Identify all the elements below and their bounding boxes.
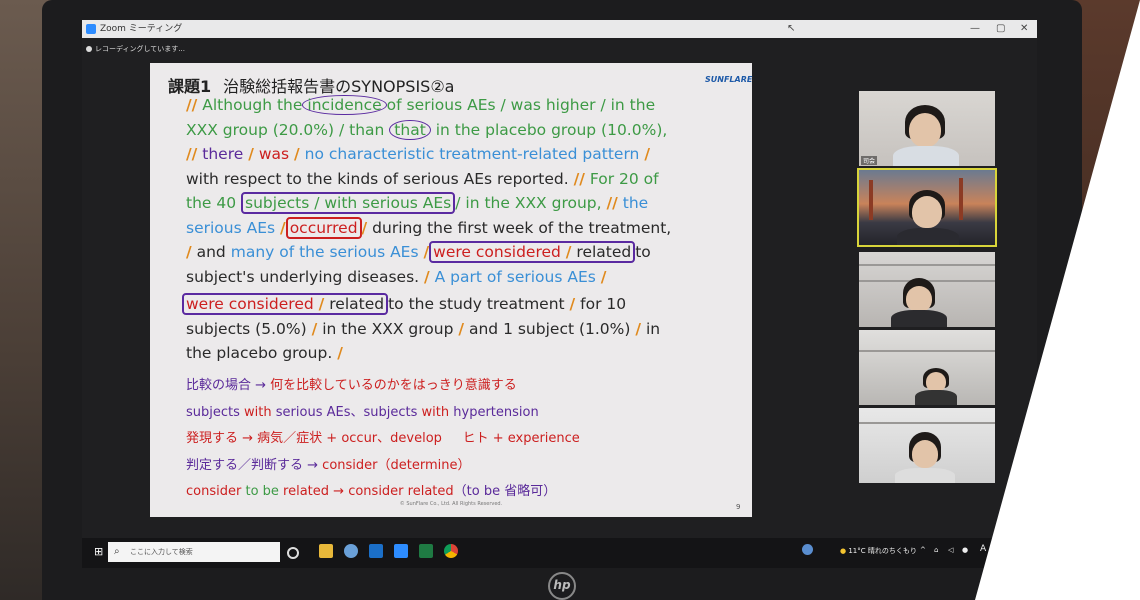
minimize-button[interactable]: — xyxy=(970,20,980,38)
laptop-screen: Zoom ミーティング ↖ — ▢ ✕ レコーディングしています... 課題1 治… xyxy=(82,20,1037,568)
note-line: 発現する → 病気／症状 + occur、develop ヒト + experi… xyxy=(186,431,580,446)
body-line: serious AEs / occurred / during the first … xyxy=(186,216,672,239)
participant-tile[interactable] xyxy=(859,330,995,405)
hp-logo-icon: hp xyxy=(548,572,576,600)
slide-notes: 比較の場合 → 何を比較しているのかをはっきり意識する subjects wit… xyxy=(186,373,580,506)
help-icon[interactable] xyxy=(802,544,813,555)
microphone-icon[interactable]: ● xyxy=(962,546,968,554)
face xyxy=(912,196,942,228)
body-line: XXX group (20.0%) / than that in the pla… xyxy=(186,119,668,140)
maximize-button[interactable]: ▢ xyxy=(996,20,1005,38)
weather-text: 11°C 晴れのちくもり xyxy=(848,547,917,555)
body-line: with respect to the kinds of serious AEs… xyxy=(186,169,659,188)
highlight-box: were considered / related xyxy=(182,293,389,315)
highlight-oval: that xyxy=(389,119,431,140)
brand-logo: SUNFLARE xyxy=(705,75,753,84)
body-line: the 40 subjects / with serious AEs / in t… xyxy=(186,192,649,214)
file-explorer-icon[interactable] xyxy=(319,544,333,558)
note-line: 判定する／判断する → consider（determine） xyxy=(186,457,471,473)
chrome-icon[interactable] xyxy=(444,544,458,558)
search-placeholder: ここに入力して検索 xyxy=(130,548,193,556)
face xyxy=(926,372,946,392)
note-line: 比較の場合 → 何を比較しているのかをはっきり意識する xyxy=(186,378,517,393)
body-line: // there / was / no characteristic treat… xyxy=(186,145,650,163)
highlight-box: occurred xyxy=(285,216,362,239)
weather-sun-icon: ● xyxy=(840,547,847,555)
taskbar-search-input[interactable]: ⌕ ここに入力して検索 xyxy=(108,542,280,562)
highlight-box: were considered / related xyxy=(429,241,636,263)
ime-indicator[interactable]: A xyxy=(980,544,986,554)
body-line: were considered / related to the study tr… xyxy=(182,292,746,317)
volume-icon[interactable]: ◁ xyxy=(948,546,953,554)
window-titlebar: Zoom ミーティング ↖ — ▢ ✕ xyxy=(82,20,1037,38)
participant-tile[interactable] xyxy=(859,252,995,327)
network-icon[interactable]: ⌂ xyxy=(934,546,938,554)
face xyxy=(906,286,932,312)
note-line: subjects with serious AEs、subjects with … xyxy=(186,404,539,420)
weather-widget[interactable]: ● 11°C 晴れのちくもり xyxy=(840,546,917,556)
window-title: Zoom ミーティング xyxy=(100,24,183,34)
body-line: / and many of the serious AEs / were cons… xyxy=(186,241,651,263)
zoom-app-icon[interactable] xyxy=(394,544,408,558)
recording-indicator: レコーディングしています... xyxy=(86,44,185,54)
slide-body: // Although the incidence of serious AEs /… xyxy=(182,93,746,366)
participant-name: 司会 xyxy=(861,156,878,165)
participant-tile[interactable] xyxy=(859,408,995,483)
excel-icon[interactable] xyxy=(419,544,433,558)
recording-text: レコーディングしています... xyxy=(95,45,185,53)
body-line: subjects (5.0%) / in the XXX group / and… xyxy=(186,319,661,338)
participant-tile[interactable]: 司会 xyxy=(859,91,995,166)
body-line: the placebo group. / xyxy=(186,344,343,362)
task-view-icon[interactable] xyxy=(287,547,299,559)
highlight-box: subjects / with serious AEs xyxy=(241,192,456,214)
recording-icon xyxy=(86,46,92,52)
tray-chevron-icon[interactable]: ^ xyxy=(920,546,926,554)
close-button[interactable]: ✕ xyxy=(1020,20,1028,38)
windows-taskbar: ⊞ ⌕ ここに入力して検索 ● 11°C 晴れのちくもり ^ ⌂ ◁ ● A xyxy=(82,538,1037,568)
slide-footer: © SunFlare Co., Ltd. All Rights Reserved… xyxy=(399,501,503,507)
body-line: // Although the incidence of serious AEs /… xyxy=(186,95,656,115)
body-line: subject's underlying diseases. / A part … xyxy=(186,267,607,286)
windows-start-icon[interactable]: ⊞ xyxy=(94,546,105,557)
participant-tile-active-speaker[interactable] xyxy=(857,168,997,247)
zoom-logo-icon xyxy=(86,24,96,34)
slide-page-number: 9 xyxy=(736,503,741,511)
face xyxy=(909,113,941,147)
face xyxy=(912,440,938,468)
search-icon: ⌕ xyxy=(114,546,120,557)
highlight-oval: incidence xyxy=(302,95,387,115)
outlook-icon[interactable] xyxy=(369,544,383,558)
cursor-icon: ↖ xyxy=(787,23,796,34)
shared-slide: 課題1 治験総括報告書のSYNOPSIS②a SUNFLARE // Althou… xyxy=(150,63,752,517)
edge-icon[interactable] xyxy=(344,544,358,558)
